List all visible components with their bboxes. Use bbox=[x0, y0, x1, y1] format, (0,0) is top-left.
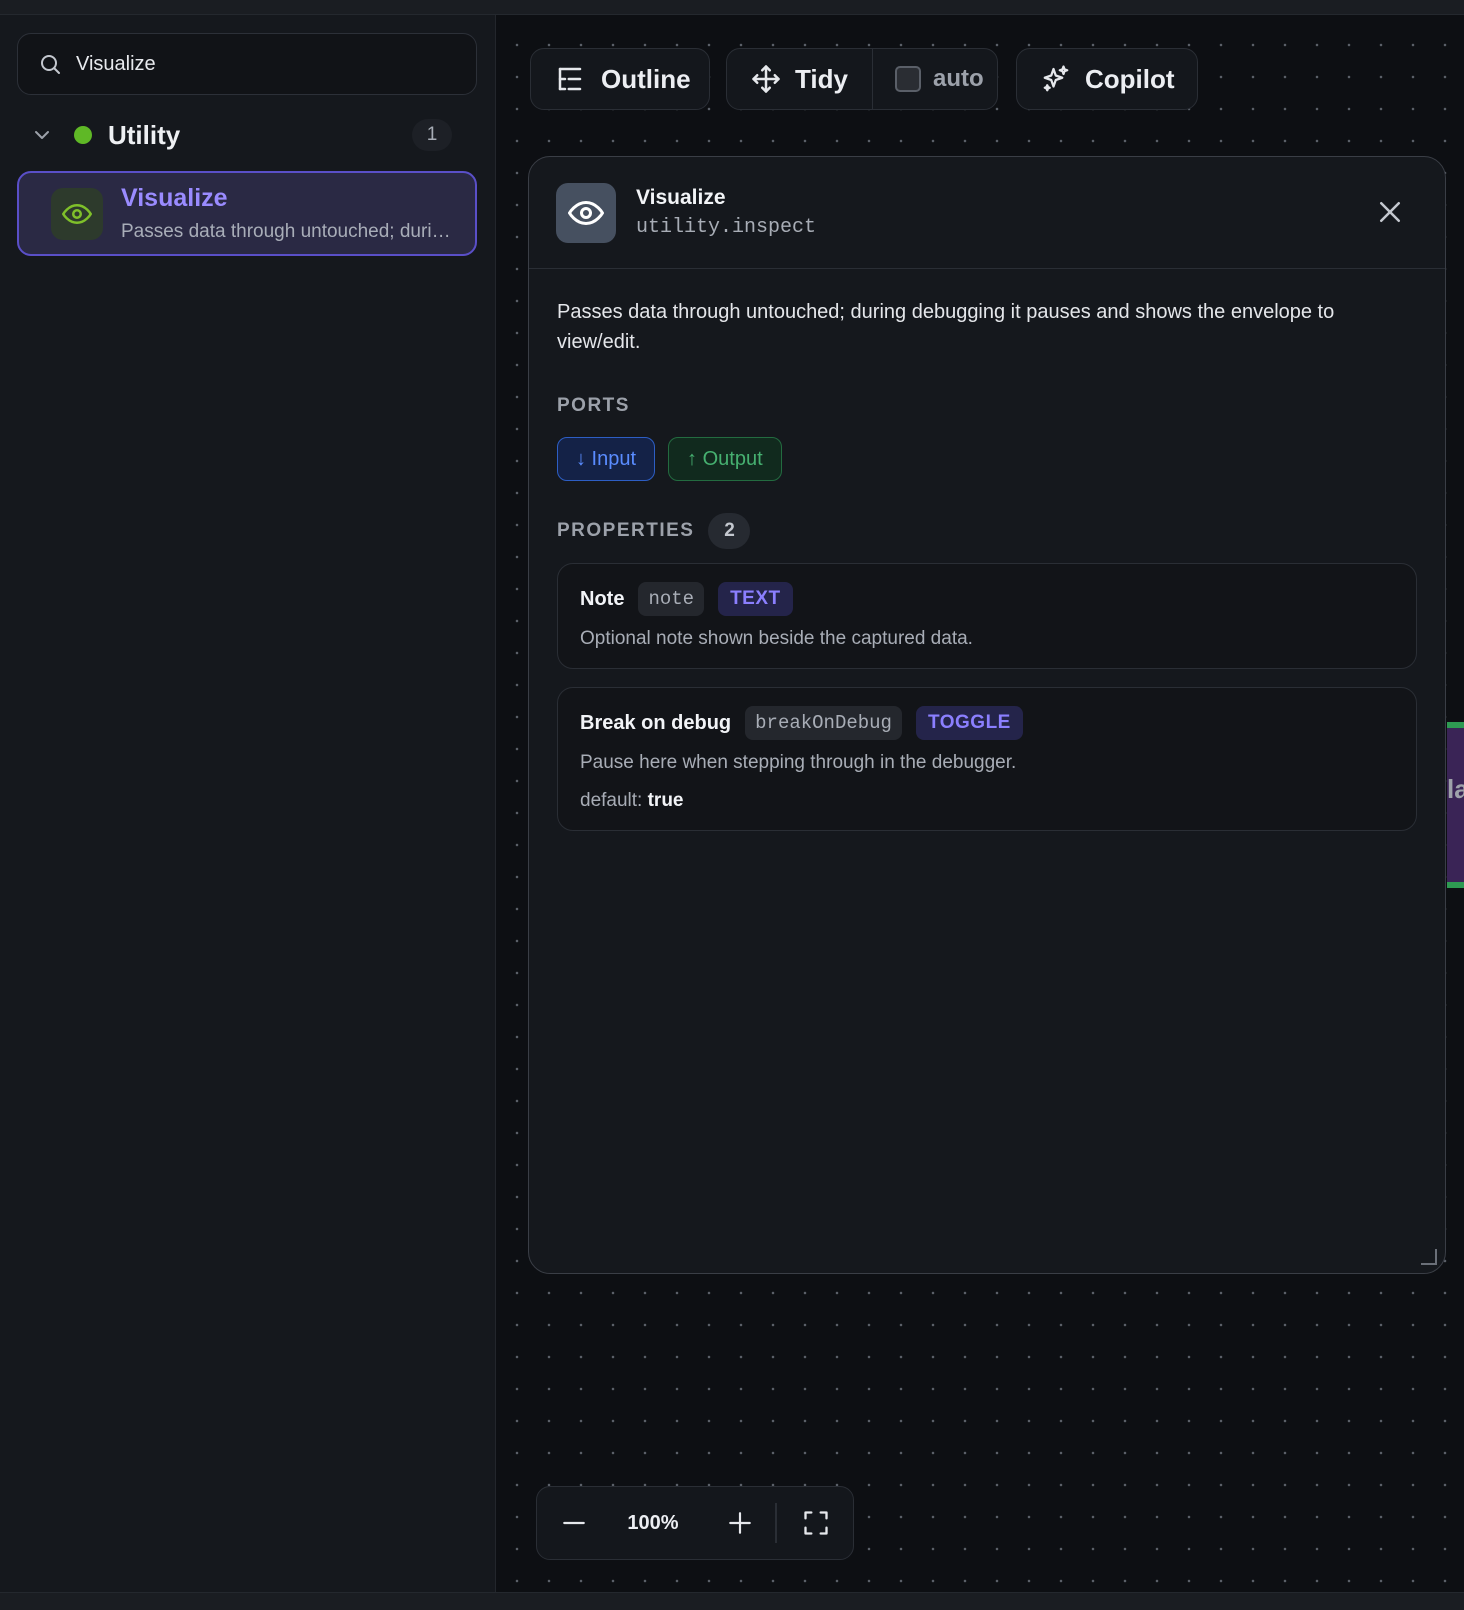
plus-icon bbox=[729, 1512, 751, 1534]
properties-heading-text: PROPERTIES bbox=[557, 520, 695, 541]
sparkles-icon bbox=[1043, 65, 1069, 92]
eye-icon bbox=[62, 203, 92, 224]
node-item-visualize[interactable]: Visualize Passes data through untouched;… bbox=[17, 171, 477, 256]
category-name: Utility bbox=[108, 119, 181, 150]
category-color-dot bbox=[74, 126, 92, 144]
property-type-badge: TEXT bbox=[718, 582, 793, 616]
outline-button[interactable]: Outline bbox=[530, 48, 710, 110]
panel-node-type: utility.inspect bbox=[636, 216, 817, 239]
property-name: Note bbox=[580, 587, 625, 610]
outline-label: Outline bbox=[601, 63, 691, 94]
window-bottom-bar bbox=[0, 1592, 1464, 1610]
ports-heading-text: PORTS bbox=[557, 395, 630, 416]
eye-icon bbox=[568, 200, 604, 225]
default-label: default: bbox=[580, 790, 643, 811]
search-icon bbox=[41, 55, 60, 74]
window-top-bar bbox=[0, 0, 1464, 15]
zoom-divider bbox=[775, 1503, 777, 1543]
node-library-sidebar: Utility 1 Visualize Passes data through … bbox=[0, 15, 496, 1592]
search-box[interactable] bbox=[17, 33, 477, 95]
fit-view-button[interactable] bbox=[799, 1506, 833, 1540]
property-key: note bbox=[638, 582, 705, 616]
property-type-badge: TOGGLE bbox=[915, 706, 1023, 740]
property-card-note: Note note TEXT Optional note shown besid… bbox=[557, 563, 1417, 669]
fullscreen-icon bbox=[803, 1511, 828, 1535]
outline-icon bbox=[558, 67, 582, 91]
properties-heading: PROPERTIES 2 bbox=[557, 513, 1417, 549]
copilot-button[interactable]: Copilot bbox=[1016, 48, 1198, 110]
tidy-label: Tidy bbox=[795, 63, 848, 94]
node-item-title: Visualize bbox=[121, 184, 228, 212]
property-key: breakOnDebug bbox=[745, 706, 902, 740]
offscreen-node-label: la bbox=[1447, 774, 1464, 804]
property-description: Optional note shown beside the captured … bbox=[580, 628, 973, 649]
resize-handle[interactable] bbox=[1421, 1249, 1437, 1265]
zoom-level: 100% bbox=[627, 1511, 679, 1534]
auto-label: auto bbox=[933, 65, 984, 92]
node-item-icon bbox=[51, 187, 103, 240]
property-name: Break on debug bbox=[580, 711, 732, 734]
properties-count-badge: 2 bbox=[708, 513, 751, 549]
property-default: default: true bbox=[580, 790, 1394, 812]
node-icon bbox=[556, 182, 616, 243]
search-input[interactable] bbox=[76, 52, 456, 76]
chevron-down-icon[interactable] bbox=[30, 123, 54, 147]
tidy-group: Tidy auto bbox=[726, 48, 998, 110]
minus-icon bbox=[563, 1521, 585, 1525]
node-details-panel: Visualize utility.inspect Passes data th… bbox=[528, 156, 1446, 1274]
panel-title: Visualize bbox=[636, 186, 726, 209]
copilot-label: Copilot bbox=[1085, 63, 1175, 94]
panel-header: Visualize utility.inspect bbox=[529, 157, 1445, 269]
close-icon[interactable] bbox=[1375, 197, 1405, 227]
port-input-badge: ↓ Input bbox=[557, 437, 656, 481]
ports-list: ↓ Input ↑ Output bbox=[557, 437, 1417, 481]
category-count-badge: 1 bbox=[412, 119, 452, 151]
ports-heading: PORTS bbox=[557, 395, 1417, 417]
zoom-in-button[interactable] bbox=[723, 1506, 757, 1540]
zoom-controls: 100% bbox=[536, 1486, 854, 1560]
auto-tidy-toggle[interactable]: auto bbox=[873, 65, 984, 93]
default-value: true bbox=[647, 790, 684, 811]
offscreen-node[interactable]: la bbox=[1447, 722, 1464, 888]
tidy-button[interactable]: Tidy bbox=[727, 49, 873, 109]
panel-description: Passes data through untouched; during de… bbox=[557, 301, 1335, 353]
zoom-out-button[interactable] bbox=[557, 1506, 591, 1540]
category-utility[interactable]: Utility 1 bbox=[30, 113, 460, 157]
port-output-badge: ↑ Output bbox=[668, 437, 782, 481]
auto-checkbox[interactable] bbox=[895, 66, 921, 92]
property-description: Pause here when stepping through in the … bbox=[580, 752, 1017, 773]
properties-list: Note note TEXT Optional note shown besid… bbox=[557, 563, 1417, 831]
move-arrows-icon bbox=[752, 65, 780, 93]
node-item-description: Passes data through untouched; during de… bbox=[121, 221, 461, 242]
property-card-break-on-debug: Break on debug breakOnDebug TOGGLE Pause… bbox=[557, 687, 1417, 831]
